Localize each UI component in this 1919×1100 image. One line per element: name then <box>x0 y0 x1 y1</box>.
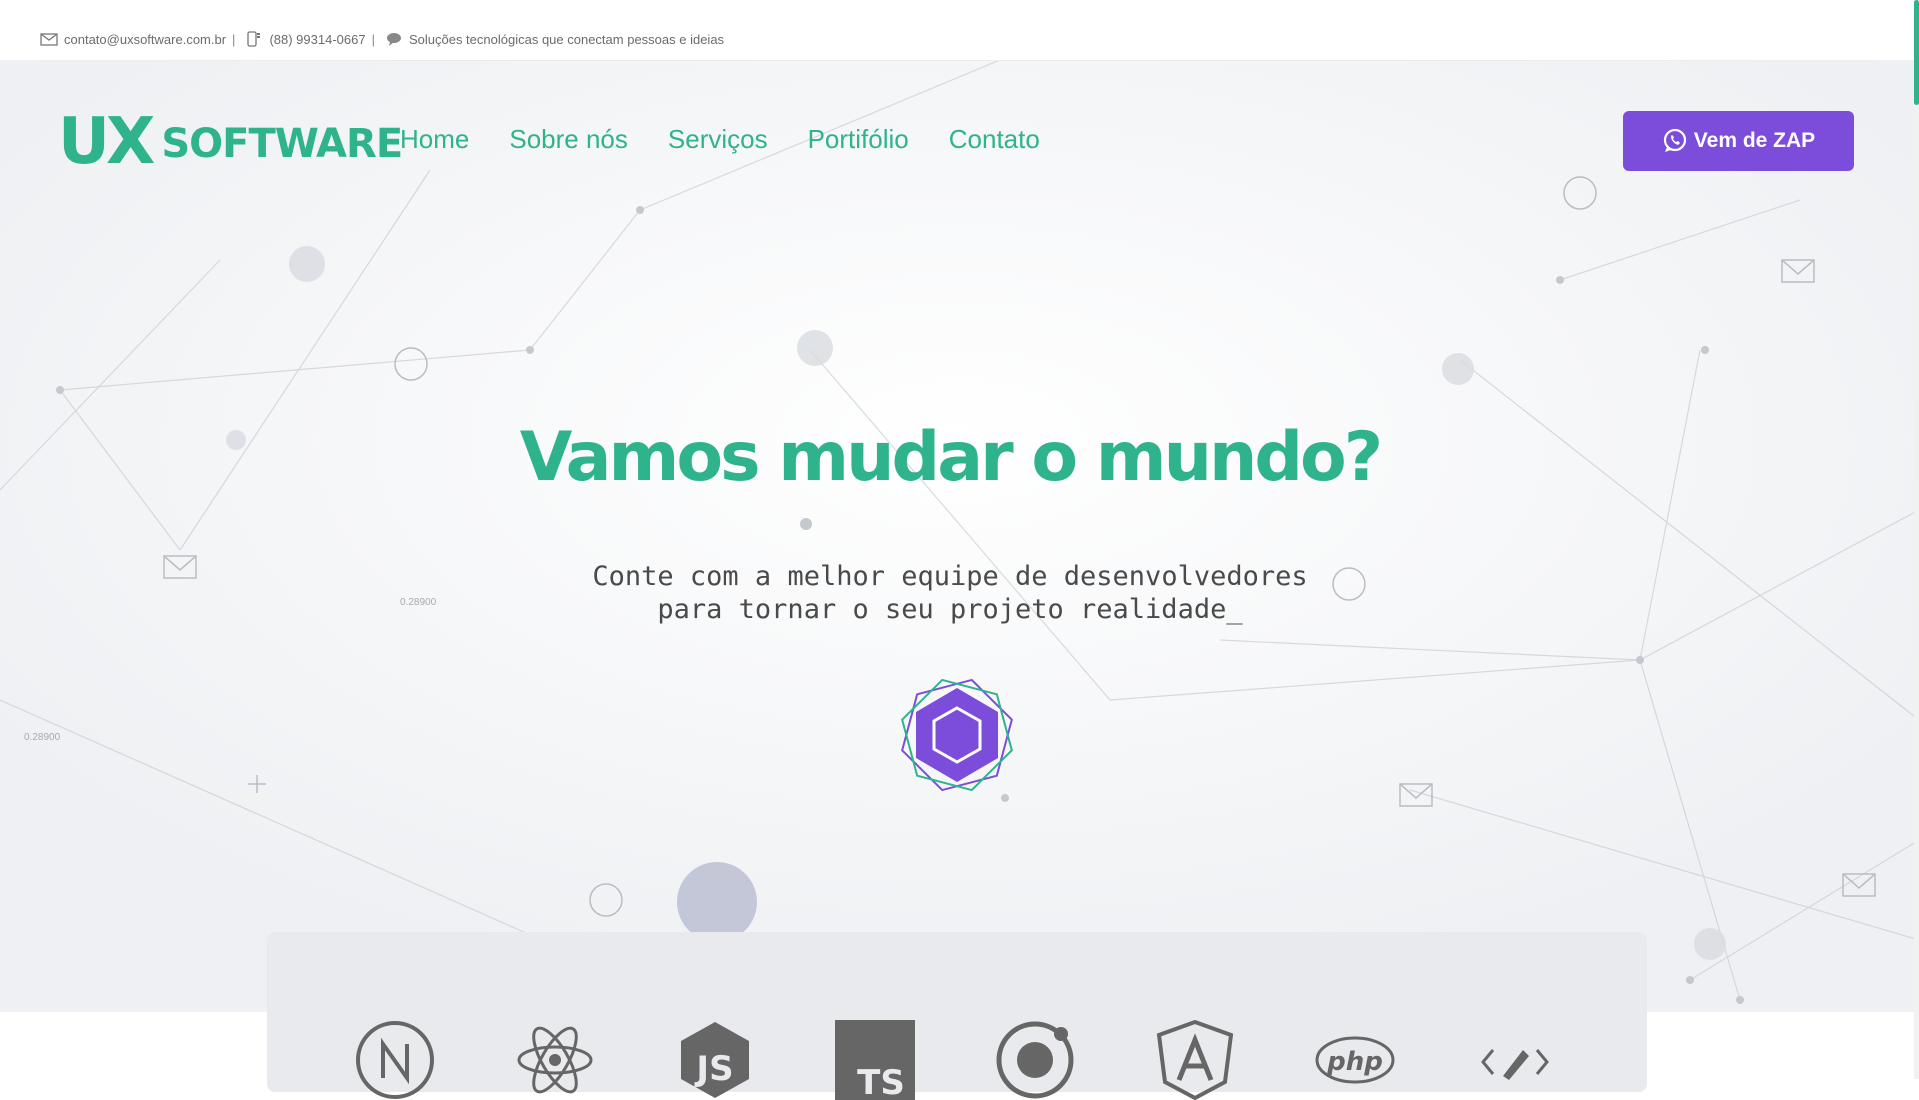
nav-home[interactable]: Home <box>400 124 469 155</box>
site-header: UX SOFTWARE Home Sobre nós Serviços Port… <box>0 100 1919 182</box>
phone-icon <box>247 31 261 47</box>
hexagon-logo-icon <box>901 678 1013 792</box>
nodejs-icon: JS <box>681 1022 749 1098</box>
email-item[interactable]: contato@uxsoftware.com.br | <box>40 30 235 48</box>
network-background: 0.28900 0.28900 <box>0 60 1919 1012</box>
angular-icon <box>1156 1020 1234 1100</box>
main-nav: Home Sobre nós Serviços Portifólio Conta… <box>400 124 1040 155</box>
nav-sobre-nos[interactable]: Sobre nós <box>509 124 628 155</box>
svg-text:php: php <box>1326 1047 1383 1077</box>
nav-portifolio[interactable]: Portifólio <box>808 124 909 155</box>
nav-servicos[interactable]: Serviços <box>668 124 768 155</box>
email-text: contato@uxsoftware.com.br <box>64 31 227 47</box>
scroll-thumb[interactable] <box>1914 0 1919 105</box>
tech-stack-panel: JS TS php <box>267 932 1647 1100</box>
logo-mark: UX <box>58 105 155 179</box>
tagline-item: Soluções tecnológicas que conectam pesso… <box>385 30 724 48</box>
mail-icon <box>40 33 58 46</box>
hero-title: Vamos mudar o mundo? <box>519 418 1383 497</box>
page-scrollbar[interactable] <box>1914 0 1919 1079</box>
separator: | <box>371 31 375 47</box>
whatsapp-button-label: Vem de ZAP <box>1693 129 1816 152</box>
bg-number-label: 0.28900 <box>24 732 61 743</box>
top-info-bar: contato@uxsoftware.com.br | (88) 99314-0… <box>40 18 1876 61</box>
whatsapp-button[interactable]: Vem de ZAP <box>1623 111 1854 171</box>
brand-logo[interactable]: UX SOFTWARE <box>58 105 403 179</box>
php-icon: php <box>1315 1036 1395 1084</box>
hero-subtitle: Conte com a melhor equipe de desenvolved… <box>592 561 1308 625</box>
nav-contato[interactable]: Contato <box>949 124 1040 155</box>
nextjs-icon <box>356 1021 434 1099</box>
react-icon <box>517 1026 593 1094</box>
svg-text:JS: JS <box>694 1049 733 1089</box>
whatsapp-icon <box>1663 128 1686 152</box>
tagline-text: Soluções tecnológicas que conectam pesso… <box>408 31 725 47</box>
phone-item[interactable]: (88) 99314-0667 | <box>245 30 375 48</box>
typescript-icon: TS <box>835 1020 915 1100</box>
chat-bubble-icon <box>386 33 401 46</box>
separator: | <box>232 31 236 47</box>
logo-word: SOFTWARE <box>161 121 403 167</box>
svg-text:TS: TS <box>857 1063 905 1100</box>
code-icon <box>1481 1049 1549 1080</box>
ionic-icon <box>996 1021 1074 1099</box>
phone-text: (88) 99314-0667 <box>269 31 366 47</box>
